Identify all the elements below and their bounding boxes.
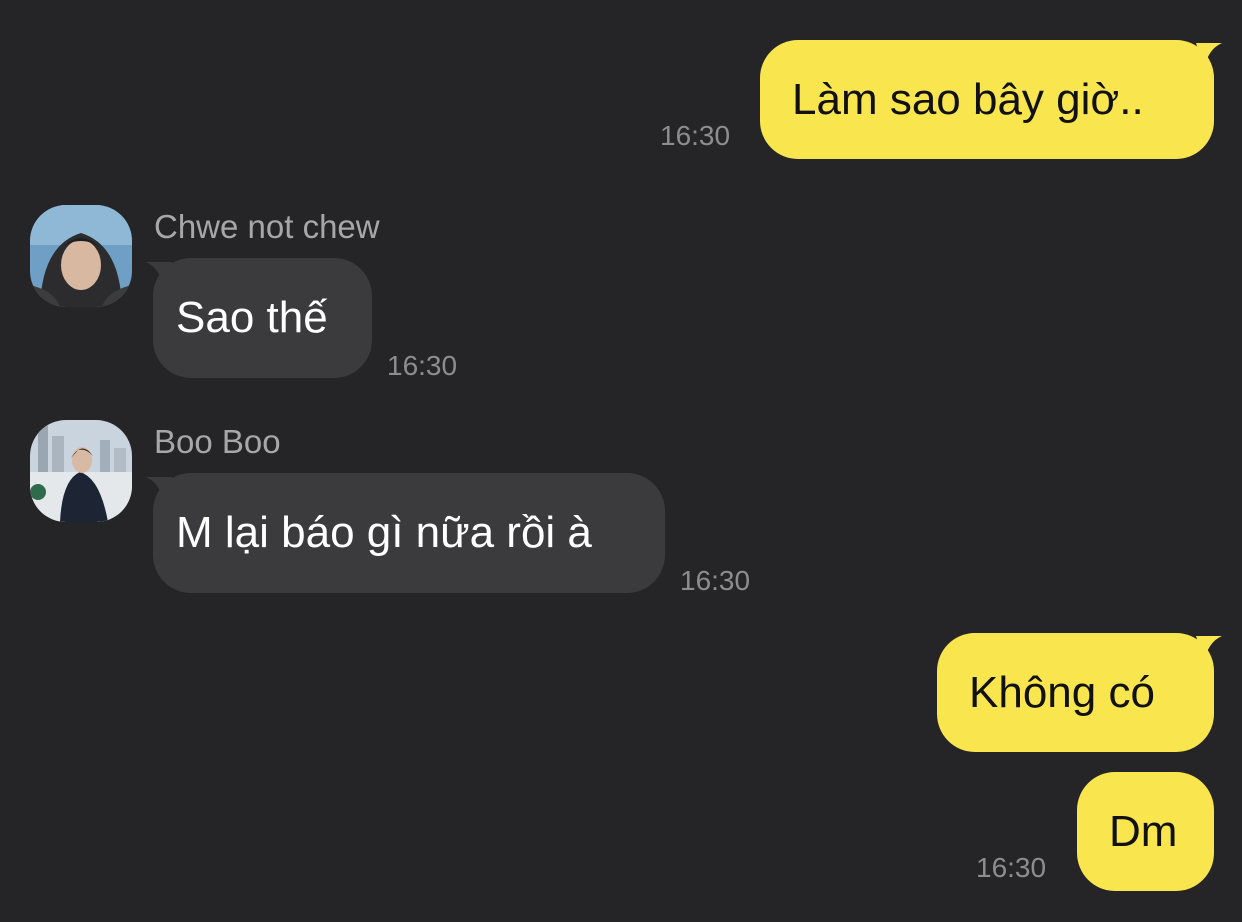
outgoing-message-bubble[interactable]: Không có bbox=[937, 633, 1214, 752]
incoming-message-bubble[interactable]: M lại báo gì nữa rồi à bbox=[153, 473, 665, 593]
incoming-message-bubble[interactable]: Sao thế bbox=[153, 258, 372, 378]
message-text: M lại báo gì nữa rồi à bbox=[176, 508, 592, 557]
chat-message-list[interactable]: 16:30 Làm sao bây giờ.. Chwe not chew Sa… bbox=[0, 0, 1242, 922]
message-text: Không có bbox=[969, 667, 1155, 717]
message-timestamp: 16:30 bbox=[976, 852, 1047, 883]
outgoing-message-bubble[interactable]: Làm sao bây giờ.. bbox=[760, 40, 1214, 159]
message-text: Dm bbox=[1109, 806, 1178, 856]
message-timestamp: 16:30 bbox=[660, 120, 731, 151]
message-text: Làm sao bây giờ.. bbox=[792, 74, 1144, 124]
man-outdoors-city-photo bbox=[30, 420, 132, 522]
message-text: Sao thế bbox=[176, 293, 328, 342]
message-timestamp: 16:30 bbox=[680, 565, 751, 596]
avatar[interactable] bbox=[30, 205, 132, 307]
bubble-tail-right bbox=[1196, 636, 1222, 662]
sender-name: Chwe not chew bbox=[154, 208, 380, 245]
message-timestamp: 16:30 bbox=[387, 350, 458, 381]
sender-name: Boo Boo bbox=[154, 423, 281, 460]
outgoing-message-bubble[interactable]: Dm bbox=[1077, 772, 1214, 891]
avatar[interactable] bbox=[30, 420, 132, 522]
bubble-tail-right bbox=[1196, 43, 1222, 69]
hooded-man-photo bbox=[30, 205, 132, 307]
